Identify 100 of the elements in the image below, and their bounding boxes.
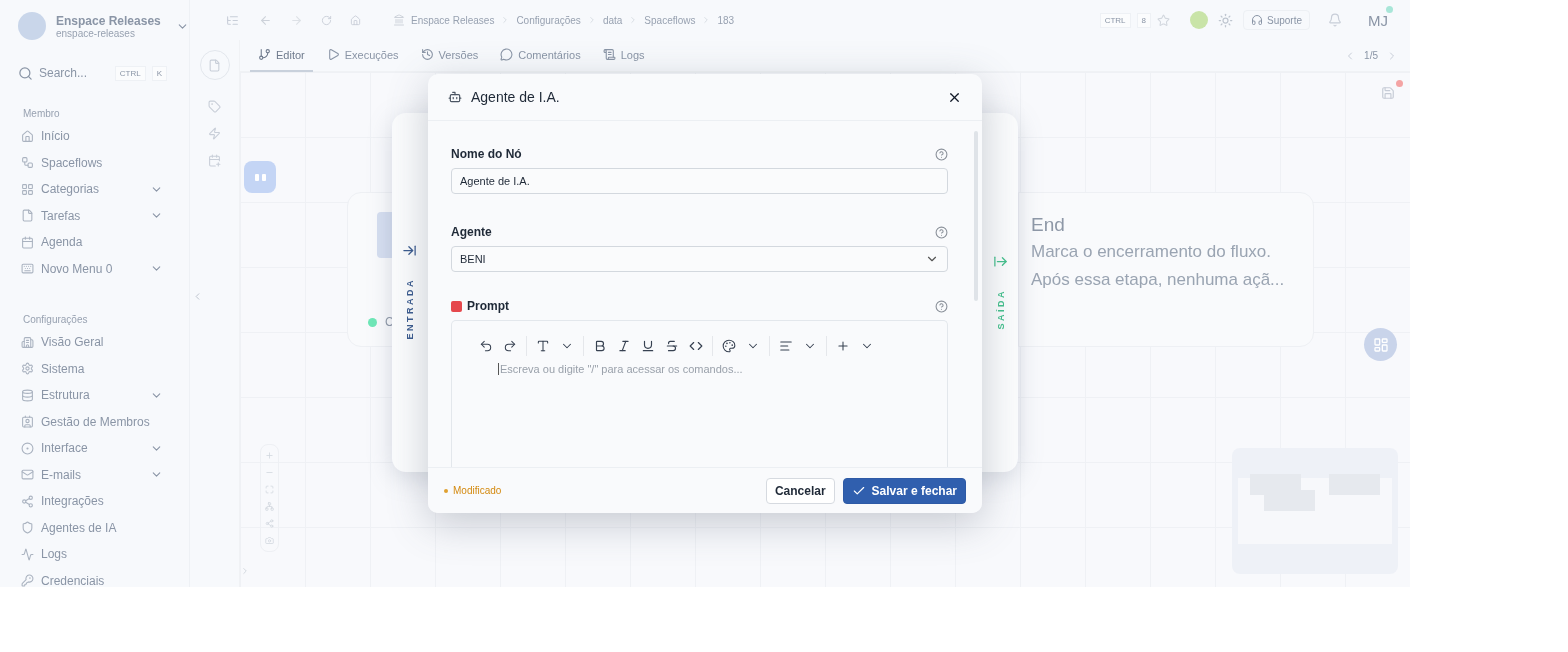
- play-icon: [326, 48, 340, 61]
- history-icon: [420, 48, 434, 61]
- shortcut-key: CTRL: [114, 65, 146, 81]
- modified-status: Modificado: [453, 485, 502, 496]
- expand-icon: [240, 566, 250, 576]
- input-icon: [402, 243, 417, 258]
- bell-icon: [1328, 13, 1342, 27]
- building-icon: [21, 335, 34, 349]
- help-icon[interactable]: [935, 225, 948, 239]
- sidebar-item[interactable]: Spaceflows: [18, 149, 189, 176]
- back-icon: [259, 13, 272, 27]
- save-button[interactable]: Salvar e fechar: [842, 477, 966, 504]
- sidebar-item[interactable]: Logs: [18, 541, 189, 568]
- database-icon: [21, 388, 34, 402]
- sidebar-item[interactable]: Gestão de Membros: [18, 408, 189, 435]
- status-dot: [444, 488, 448, 493]
- user-avatar[interactable]: MJ: [1368, 11, 1388, 29]
- field-label: Nome do Nó: [451, 147, 523, 161]
- file-icon: [208, 58, 221, 72]
- sidebar-item[interactable]: Sistema: [18, 355, 189, 382]
- comment-icon: [500, 48, 514, 61]
- workspace-slug: enspace-releases: [56, 27, 136, 39]
- forward-icon: [290, 13, 303, 27]
- save-icon: [1381, 86, 1395, 100]
- grid-icon: [1372, 336, 1389, 353]
- shield-icon: [21, 521, 34, 535]
- search-field[interactable]: Search... CTRL K: [18, 64, 189, 82]
- search-icon: [18, 65, 33, 81]
- node-title: End: [1031, 214, 1065, 236]
- section-title: Membro: [23, 108, 61, 119]
- shortcut-key: K: [151, 65, 167, 81]
- keyboard-icon: [21, 262, 34, 276]
- headset-icon: [1250, 14, 1263, 26]
- circle-icon: [21, 441, 34, 455]
- field-label: Agente: [451, 225, 493, 239]
- sidebar-item[interactable]: Integrações: [18, 488, 189, 515]
- mail-icon: [21, 468, 34, 482]
- sidebar-item[interactable]: Tarefas: [18, 202, 189, 229]
- breadcrumb-item[interactable]: 183: [717, 14, 735, 26]
- sidebar-item[interactable]: Visão Geral: [18, 329, 189, 356]
- tab[interactable]: Execuções: [318, 39, 407, 72]
- sidebar-item[interactable]: Início: [18, 123, 189, 150]
- help-icon[interactable]: [935, 147, 948, 161]
- editor-placeholder: Escreva ou digite "/" para acessar os comandos...: [498, 363, 743, 375]
- breadcrumb-item[interactable]: Spaceflows: [644, 14, 696, 26]
- sidebar-item[interactable]: Estrutura: [18, 382, 189, 409]
- text-field[interactable]: Agente de I.A.: [451, 168, 948, 194]
- tab[interactable]: Comentários: [492, 39, 589, 72]
- activity-icon: [21, 547, 34, 561]
- help-icon[interactable]: [935, 299, 948, 313]
- support-button[interactable]: Suporte: [1242, 10, 1310, 30]
- breadcrumb-item[interactable]: Configurações: [516, 14, 581, 26]
- sidebar-item[interactable]: Agenda: [18, 229, 189, 256]
- cancel-button[interactable]: Cancelar: [765, 477, 835, 504]
- grid-icon: [21, 182, 34, 196]
- workflow-icon: [21, 156, 34, 170]
- add-node-button[interactable]: [1364, 328, 1397, 361]
- share-icon: [21, 494, 34, 508]
- node-icon[interactable]: [244, 161, 276, 193]
- online-dot: [1386, 5, 1393, 13]
- home-icon: [350, 14, 361, 26]
- sidebar-item[interactable]: Agentes de IA: [18, 514, 189, 541]
- output-icon: [993, 254, 1008, 269]
- breadcrumb-item[interactable]: Enspace Releases: [411, 14, 495, 26]
- sun-icon: [1217, 12, 1233, 28]
- file-icon: [21, 209, 34, 223]
- calendar-icon: [208, 154, 221, 167]
- shortcut-key: 8: [1136, 12, 1151, 28]
- sidebar-item[interactable]: E-mails: [18, 461, 189, 488]
- node-description: Após essa etapa, nenhuma açã...: [1031, 270, 1285, 290]
- robot-icon: [448, 90, 462, 104]
- zap-icon: [208, 127, 221, 140]
- branch-icon: [258, 48, 271, 61]
- node-description: Marca o encerramento do fluxo.: [1031, 242, 1271, 262]
- input-label: ENTRADA: [404, 278, 415, 340]
- tag-icon: [208, 100, 221, 113]
- key-icon: [21, 574, 34, 587]
- sidebar-item[interactable]: Categorias: [18, 176, 189, 203]
- workspace-name: Enspace Releases: [56, 13, 162, 28]
- home-icon: [21, 129, 34, 143]
- breadcrumb-item[interactable]: data: [602, 14, 623, 26]
- calendar-icon: [21, 235, 34, 249]
- output-label: SAÍDA: [995, 289, 1006, 330]
- tab[interactable]: Logs: [594, 39, 653, 72]
- field-label: Prompt: [467, 299, 510, 313]
- tab[interactable]: Versões: [412, 39, 487, 72]
- settings-icon: [21, 362, 34, 376]
- section-title: Configurações: [23, 314, 89, 325]
- sidebar-item[interactable]: Novo Menu 0: [18, 255, 189, 282]
- select-field[interactable]: BENI: [451, 246, 948, 272]
- outline-icon: [226, 13, 239, 27]
- end-node-card[interactable]: End Marca o encerramento do fluxo. Após essa etapa, nenhuma açã...: [1018, 192, 1314, 347]
- page-indicator: 1/5: [1364, 50, 1378, 61]
- contact-icon: [21, 415, 34, 429]
- shortcut-key: CTRL: [1099, 12, 1131, 28]
- scroll-icon: [602, 48, 616, 61]
- reload-icon: [321, 14, 332, 26]
- sidebar-item[interactable]: Interface: [18, 435, 189, 462]
- modal-title: Agente de I.A.: [471, 89, 561, 105]
- sidebar-item[interactable]: Credenciais: [18, 567, 189, 587]
